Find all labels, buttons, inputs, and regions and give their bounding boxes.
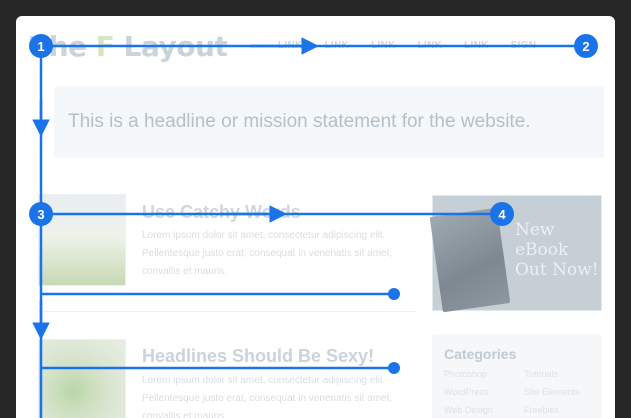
f-pattern-overlay [32,37,586,418]
step-badge: 4 [490,202,514,226]
scan-endpoint-dot [388,362,400,374]
step-badge: 3 [29,202,53,226]
scan-endpoint-dot [388,288,400,300]
step-badge: 2 [574,34,598,58]
step-badge: 1 [29,34,53,58]
